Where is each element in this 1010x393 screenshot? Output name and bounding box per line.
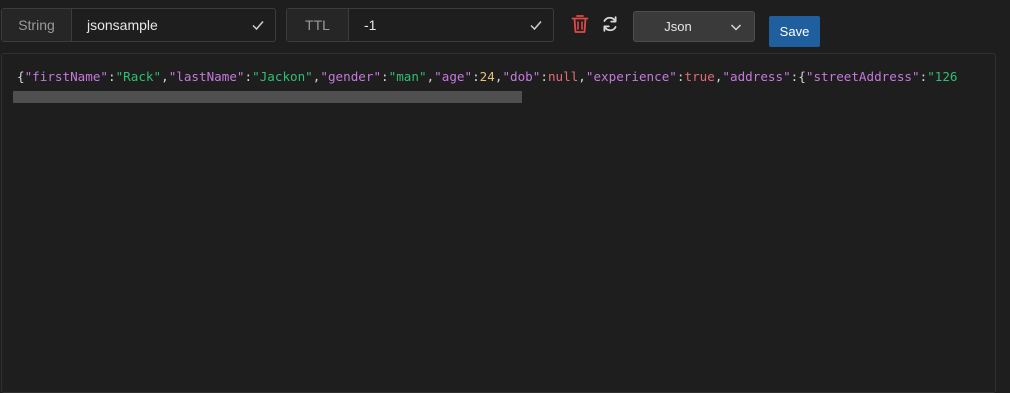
json-token-key: "lastName" (168, 69, 245, 84)
json-token-punct: : (244, 69, 253, 84)
json-token-punct: { (17, 69, 25, 84)
key-name-input[interactable]: jsonsample (72, 9, 275, 41)
ttl-label: TTL (287, 9, 349, 41)
horizontal-scrollbar-thumb[interactable] (13, 91, 522, 103)
check-icon[interactable] (529, 18, 543, 32)
json-token-key: "gender" (320, 69, 382, 84)
json-token-punct: : (472, 69, 480, 84)
json-token-punct: , (161, 69, 169, 84)
json-token-key: "experience" (585, 69, 677, 84)
json-token-punct: , (578, 69, 586, 84)
json-token-punct: : (108, 69, 116, 84)
json-token-string: "Jackon" (252, 69, 313, 84)
trash-icon (571, 15, 589, 33)
format-select[interactable]: Json (633, 11, 755, 42)
json-token-string: "126 (927, 69, 958, 84)
refresh-button[interactable] (600, 14, 620, 34)
format-select-value: Json (664, 19, 692, 34)
json-token-literal: true (684, 69, 715, 84)
delete-key-button[interactable] (570, 14, 590, 34)
refresh-icon (603, 16, 617, 32)
json-token-key: "age" (434, 69, 473, 84)
ttl-input[interactable]: -1 (349, 9, 553, 41)
value-editor[interactable]: {"firstName":"Rack","lastName":"Jackon",… (1, 53, 996, 393)
check-icon[interactable] (251, 18, 265, 32)
json-token-key: "streetAddress" (805, 69, 920, 84)
key-name-value: jsonsample (87, 17, 158, 33)
toolbar: String jsonsample TTL -1 Json Save (0, 0, 1010, 52)
key-field-group: String jsonsample (1, 8, 276, 42)
json-token-key: "firstName" (24, 69, 108, 84)
chevron-down-icon (730, 24, 742, 31)
json-code-line: {"firstName":"Rack","lastName":"Jackon",… (17, 68, 975, 86)
key-type-label: String (2, 9, 72, 41)
json-token-key: "dob" (502, 69, 541, 84)
json-token-punct: { (798, 69, 806, 84)
json-token-punct: : (540, 69, 548, 84)
json-token-key: "address" (722, 69, 791, 84)
json-token-string: "man" (388, 69, 427, 84)
ttl-field-group: TTL -1 (286, 8, 554, 42)
json-token-literal: null (547, 69, 579, 84)
json-token-punct: : (381, 69, 389, 84)
json-token-string: "Rack" (115, 69, 162, 84)
json-token-number: 24 (479, 69, 495, 84)
ttl-value: -1 (364, 17, 377, 33)
save-button[interactable]: Save (769, 16, 820, 47)
